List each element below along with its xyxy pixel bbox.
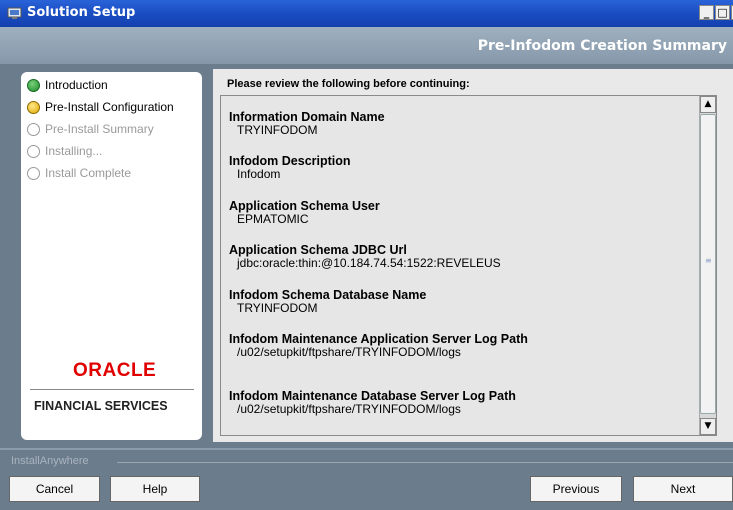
field-value: /u02/setupkit/ftpshare/TRYINFODOM/logs [237,345,461,359]
financial-services-label: FINANCIAL SERVICES [34,399,168,413]
footer-divider [0,448,733,450]
field-application-schema-user: Application Schema User EPMATOMIC [229,200,380,226]
field-value: jdbc:oracle:thin:@10.184.74.54:1522:REVE… [237,256,501,270]
summary-panel: Please review the following before conti… [213,69,733,442]
previous-button[interactable]: Previous [530,476,622,502]
next-button[interactable]: Next [633,476,733,502]
step-label: Introduction [45,78,108,92]
scrollbar-thumb[interactable]: ≡ [700,114,716,414]
step-pending-icon [27,145,40,158]
field-app-server-log-path: Infodom Maintenance Application Server L… [229,333,559,359]
review-instruction: Please review the following before conti… [227,78,470,90]
app-icon [7,7,22,19]
field-infodom-schema-database-name: Infodom Schema Database Name TRYINFODOM [229,289,426,315]
page-title: Pre-Infodom Creation Summary [477,38,727,54]
step-current-arrow-icon [27,101,40,114]
installer-window: Solution Setup _ □ x Pre-Infodom Creatio… [0,0,733,510]
installanywhere-rule [117,462,733,463]
minimize-button[interactable]: _ [699,5,714,20]
field-value: Infodom [237,167,281,181]
window-title: Solution Setup [27,5,136,20]
scrollbar-grip-icon: ≡ [705,256,712,265]
minimize-icon: _ [703,6,710,19]
field-application-schema-jdbc-url: Application Schema JDBC Url jdbc:oracle:… [229,244,501,270]
steps-panel: Introduction Pre-Install Configuration P… [21,72,202,440]
field-infodom-description: Infodom Description Infodom [229,155,351,181]
step-label: Install Complete [45,166,132,180]
header-band: Pre-Infodom Creation Summary [0,27,733,64]
step-pending-icon [27,167,40,180]
field-value: TRYINFODOM [237,301,318,315]
summary-scroll-area[interactable]: Information Domain Name TRYINFODOM Infod… [220,95,717,436]
help-button[interactable]: Help [110,476,200,502]
scroll-up-arrow-icon[interactable]: ▲ [700,96,716,113]
installanywhere-label: InstallAnywhere [11,455,89,467]
scroll-down-arrow-icon[interactable]: ▼ [700,418,716,435]
step-label: Installing... [45,144,103,158]
step-label: Pre-Install Configuration [45,100,174,114]
cancel-button[interactable]: Cancel [9,476,100,502]
step-done-icon [27,79,40,92]
title-bar[interactable]: Solution Setup _ □ x [0,0,733,27]
step-pending-icon [27,123,40,136]
oracle-logo: ORACLE [73,360,157,381]
field-value: TRYINFODOM [237,123,318,137]
logo-divider [30,389,194,390]
step-label: Pre-Install Summary [45,122,154,136]
field-value: /u02/setupkit/ftpshare/TRYINFODOM/logs [237,402,461,416]
field-value: EPMATOMIC [237,212,309,226]
vertical-scrollbar[interactable]: ▲ ≡ ▼ [699,96,716,435]
field-db-server-log-path: Infodom Maintenance Database Server Log … [229,390,559,416]
maximize-button[interactable]: □ [715,5,730,20]
maximize-icon: □ [717,6,728,19]
field-information-domain-name: Information Domain Name TRYINFODOM [229,111,385,137]
